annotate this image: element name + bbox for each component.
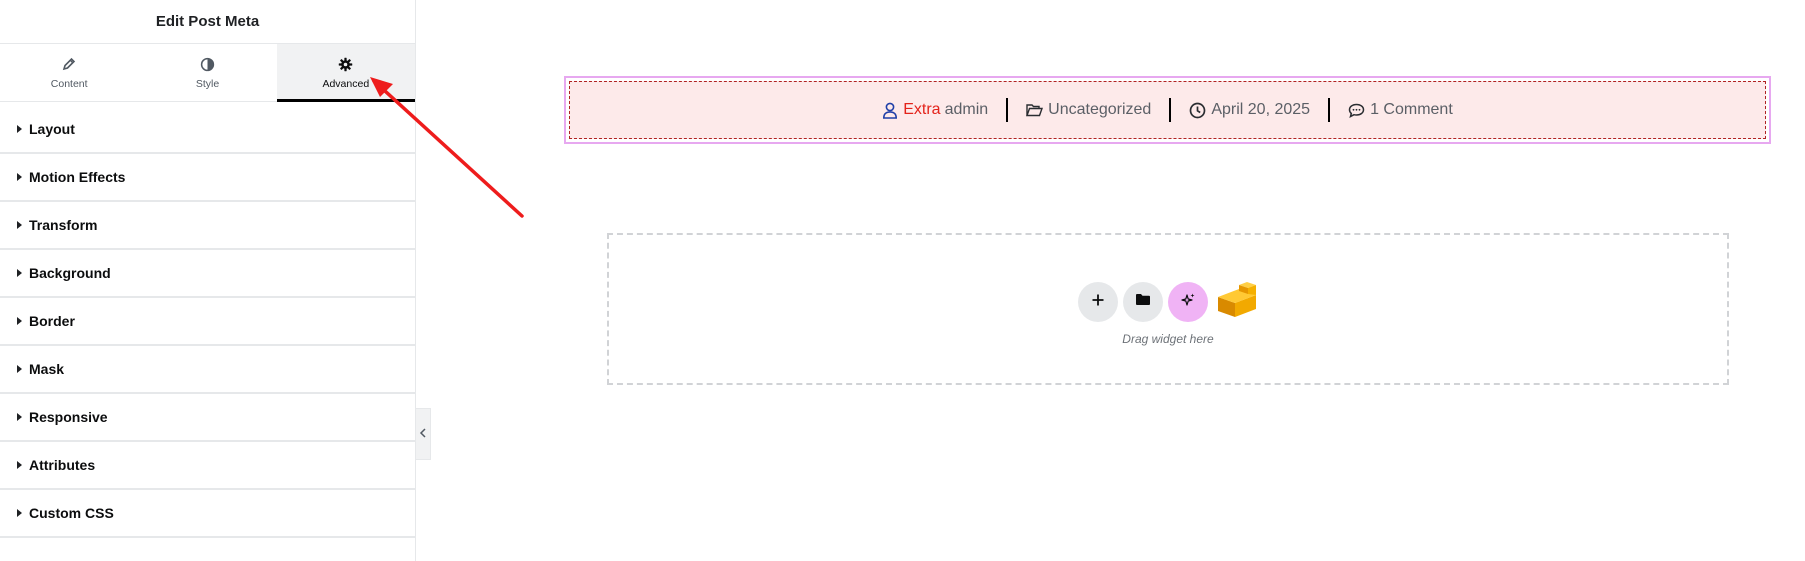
caret-right-icon: [17, 173, 22, 181]
half-circle-icon: [198, 55, 216, 73]
folder-open-icon: [1026, 103, 1044, 117]
folder-icon: [1135, 293, 1151, 311]
advanced-sections: Layout Motion Effects Transform Backgrou…: [0, 106, 415, 538]
caret-right-icon: [17, 461, 22, 469]
caret-right-icon: [17, 365, 22, 373]
meta-author[interactable]: Extra admin: [864, 101, 1006, 119]
section-label: Mask: [29, 361, 65, 377]
panel-tabs: Content Style Advanced: [0, 44, 416, 102]
section-border[interactable]: Border: [0, 298, 415, 346]
comment-icon: [1348, 103, 1365, 118]
collapse-panel-button[interactable]: [416, 408, 431, 460]
editor-panel: Edit Post Meta Content Style Advanced La…: [0, 0, 416, 561]
caret-right-icon: [17, 509, 22, 517]
annotation-arrow: [370, 77, 524, 218]
gear-icon: [337, 55, 355, 73]
dropzone-actions: [1077, 281, 1259, 324]
author-prefix: Extra: [903, 101, 941, 118]
comment-count: 1 Comment: [1370, 101, 1453, 118]
section-label: Responsive: [29, 409, 108, 425]
section-label: Motion Effects: [29, 169, 126, 185]
section-responsive[interactable]: Responsive: [0, 394, 415, 442]
add-template-button[interactable]: [1122, 282, 1163, 322]
section-custom-css[interactable]: Custom CSS: [0, 490, 415, 538]
category-name: Uncategorized: [1048, 101, 1152, 118]
section-label: Transform: [29, 217, 98, 233]
section-attributes[interactable]: Attributes: [0, 442, 415, 490]
section-transform[interactable]: Transform: [0, 202, 415, 250]
tab-style[interactable]: Style: [138, 44, 276, 101]
panel-header: Edit Post Meta: [0, 0, 415, 44]
section-label: Border: [29, 313, 75, 329]
post-meta-list: Extra admin Uncategorized April 20, 2025…: [569, 81, 1766, 139]
caret-right-icon: [17, 221, 22, 229]
meta-comments[interactable]: 1 Comment: [1330, 101, 1471, 119]
tab-content[interactable]: Content: [0, 44, 138, 101]
section-label: Attributes: [29, 457, 96, 473]
section-mask[interactable]: Mask: [0, 346, 415, 394]
section-label: Background: [29, 265, 111, 281]
caret-right-icon: [17, 413, 22, 421]
section-motion-effects[interactable]: Motion Effects: [0, 154, 415, 202]
user-icon: [882, 102, 898, 119]
section-label: Layout: [29, 121, 75, 137]
post-meta-widget[interactable]: Extra admin Uncategorized April 20, 2025…: [564, 76, 1771, 144]
template-cube-icon: [1215, 281, 1259, 324]
post-date: April 20, 2025: [1211, 101, 1311, 118]
pencil-icon: [60, 55, 78, 73]
ai-generate-button[interactable]: [1167, 282, 1208, 322]
author-name: admin: [944, 101, 989, 118]
panel-title: Edit Post Meta: [155, 13, 260, 30]
meta-category[interactable]: Uncategorized: [1008, 101, 1169, 119]
template-kit-button[interactable]: [1215, 281, 1259, 324]
caret-right-icon: [17, 269, 22, 277]
caret-right-icon: [17, 125, 22, 133]
clock-icon: [1189, 102, 1206, 119]
chevron-left-icon: [419, 425, 427, 443]
tab-content-label: Content: [50, 78, 88, 90]
section-background[interactable]: Background: [0, 250, 415, 298]
add-element-button[interactable]: [1077, 282, 1118, 322]
caret-right-icon: [17, 317, 22, 325]
section-layout[interactable]: Layout: [0, 106, 415, 154]
tab-style-label: Style: [195, 78, 220, 90]
empty-container-dropzone[interactable]: Drag widget here: [607, 233, 1729, 385]
section-label: Custom CSS: [29, 505, 114, 521]
dropzone-hint: Drag widget here: [1122, 332, 1214, 346]
plus-icon: [1091, 293, 1105, 312]
meta-date[interactable]: April 20, 2025: [1171, 101, 1328, 119]
ai-sparkle-icon: [1180, 292, 1196, 313]
